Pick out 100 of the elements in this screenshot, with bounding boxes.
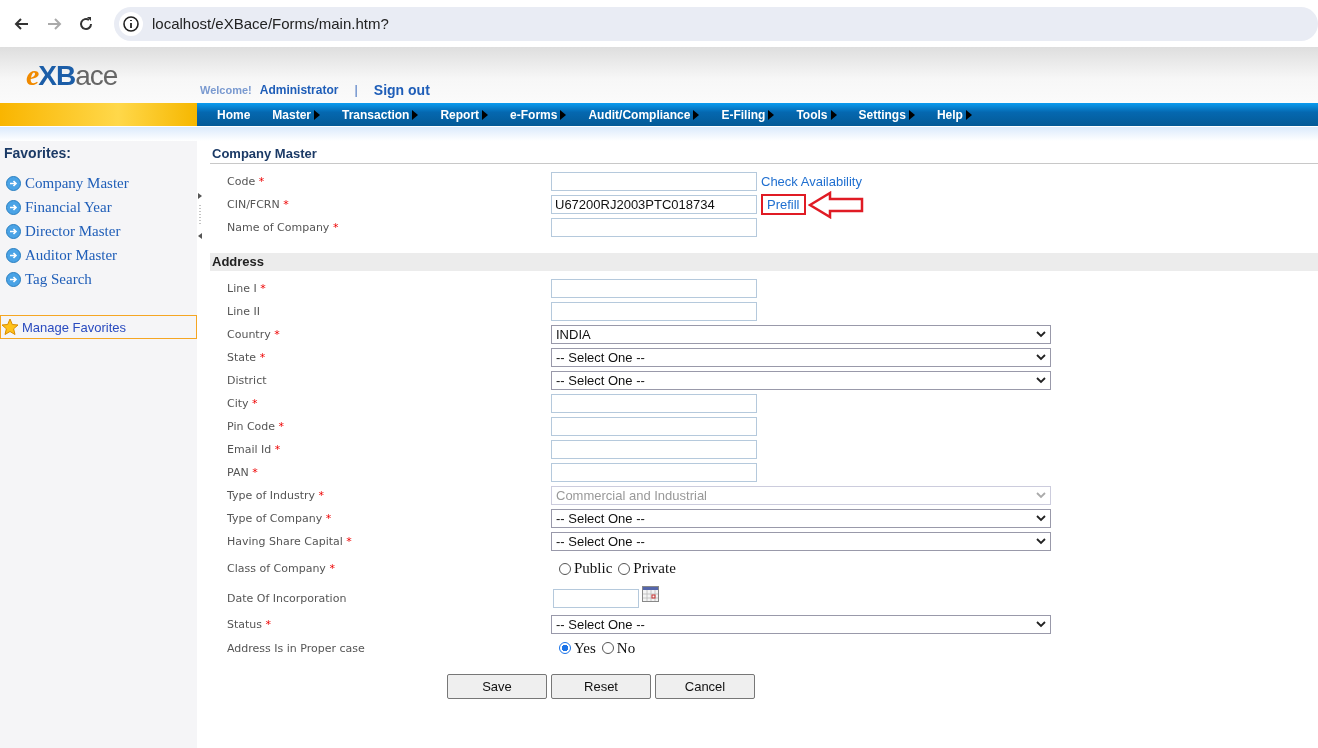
dropdown[interactable]: INDIA (551, 325, 1051, 344)
required-mark: * (274, 328, 280, 341)
field-label: Name of Company * (226, 221, 340, 234)
link[interactable]: Prefill (761, 194, 806, 215)
section-title: Company Master (210, 145, 1318, 164)
field-label: Date Of Incorporation (226, 592, 348, 605)
text-field[interactable] (551, 463, 757, 482)
menu-item[interactable]: Home (217, 107, 251, 122)
dropdown[interactable]: -- Select One -- (551, 532, 1051, 551)
section-title: Address (210, 253, 1318, 271)
user-name: Administrator (259, 83, 339, 97)
required-mark: * (329, 562, 335, 575)
caret-icon (560, 109, 567, 120)
required-mark: * (258, 175, 265, 188)
dropdown[interactable]: -- Select One -- (551, 371, 1051, 390)
date-field[interactable] (553, 589, 639, 608)
text-field[interactable] (551, 394, 757, 413)
field-label: Country * (226, 328, 281, 341)
menu-item[interactable]: Settings (858, 107, 915, 122)
arrow-circle-icon (6, 247, 21, 263)
text-field[interactable] (551, 417, 757, 436)
dropdown[interactable]: -- Select One -- (551, 615, 1051, 634)
required-mark: * (318, 489, 325, 502)
address-bar[interactable]: localhost/eXBace/Forms/main.htm? (114, 6, 1318, 41)
calendar-icon[interactable] (642, 586, 659, 602)
caret-icon (965, 109, 972, 120)
menu-item[interactable]: e-Forms (510, 107, 567, 122)
menu-item[interactable]: Audit/Compliance (588, 107, 700, 122)
required-mark: * (265, 618, 272, 631)
field-label: PAN * (226, 466, 259, 479)
menu-item[interactable]: E-Filing (721, 107, 775, 122)
radio-button[interactable] (559, 642, 571, 654)
required-mark: * (346, 535, 352, 548)
field-label: City * (226, 397, 259, 410)
text-field[interactable] (551, 440, 757, 459)
field-label: Email Id * (226, 443, 282, 456)
caret-icon (830, 109, 837, 120)
text-field[interactable] (551, 279, 757, 298)
caret-icon (314, 109, 321, 120)
favorite-link[interactable]: Company Master (0, 171, 197, 195)
radio-option[interactable]: No (601, 639, 636, 657)
menu-item[interactable]: Report (440, 107, 489, 122)
chevron-down-icon (1036, 621, 1046, 628)
welcome-text: Welcome! (200, 84, 252, 96)
field-label: District (226, 374, 268, 387)
radio-option[interactable]: Private (618, 560, 676, 577)
caret-icon (768, 109, 775, 120)
menu-item[interactable]: Master (272, 107, 321, 122)
required-mark: * (278, 420, 285, 433)
chevron-down-icon (1036, 377, 1046, 384)
chevron-down-icon (1036, 492, 1046, 499)
required-mark: * (252, 397, 258, 410)
chevron-down-icon (1036, 515, 1046, 522)
required-mark: * (332, 221, 339, 234)
radio-option[interactable]: Public (559, 560, 613, 577)
form-button[interactable]: Cancel (655, 674, 755, 699)
caret-icon (693, 109, 700, 120)
text-field[interactable]: U67200RJ2003PTC018734 (551, 195, 757, 214)
splitter-handle-icon[interactable] (197, 193, 203, 239)
menu-item[interactable]: Help (936, 107, 972, 122)
favorites-title: Favorites: (3, 145, 72, 161)
radio-button[interactable] (618, 562, 631, 575)
text-field[interactable] (551, 302, 757, 321)
favorite-link[interactable]: Auditor Master (0, 243, 197, 267)
favorite-link[interactable]: Tag Search (0, 267, 197, 291)
field-label: Having Share Capital * (226, 535, 353, 548)
menu-item[interactable]: Transaction (342, 107, 419, 122)
menu-item[interactable]: Tools (796, 107, 837, 122)
field-label: CIN/FCRN * (226, 198, 290, 211)
manage-favorites-link[interactable]: Manage Favorites (0, 315, 197, 339)
radio-button[interactable] (601, 642, 614, 654)
text-field[interactable] (551, 218, 757, 237)
radio-option[interactable]: Yes (559, 639, 596, 657)
field-label: Type of Industry * (226, 489, 326, 502)
logo: eXBace (26, 58, 118, 92)
field-label: Line I * (226, 282, 267, 295)
favorite-link[interactable]: Director Master (0, 219, 197, 243)
separator: | (354, 83, 358, 97)
link[interactable]: Check Availability (761, 174, 862, 189)
sign-out-link[interactable]: Sign out (373, 82, 430, 98)
caret-icon (412, 109, 419, 120)
caret-icon (482, 109, 489, 120)
dropdown[interactable]: -- Select One -- (551, 509, 1051, 528)
star-icon (1, 318, 19, 336)
field-label: Type of Company * (226, 512, 333, 525)
required-mark: * (252, 466, 258, 479)
caret-icon (908, 109, 915, 120)
text-field[interactable] (551, 172, 757, 191)
info-icon[interactable] (118, 10, 144, 37)
required-mark: * (260, 282, 266, 295)
radio-button[interactable] (559, 562, 571, 575)
required-mark: * (274, 443, 281, 456)
dropdown[interactable]: -- Select One -- (551, 348, 1051, 367)
field-label: Code * (226, 175, 266, 188)
form-button[interactable]: Reset (551, 674, 651, 699)
favorite-link[interactable]: Financial Year (0, 195, 197, 219)
field-label: Status * (226, 618, 273, 631)
form-button[interactable]: Save (447, 674, 547, 699)
field-label: Pin Code * (226, 420, 286, 433)
field-label: Address Is in Proper case (226, 641, 366, 655)
